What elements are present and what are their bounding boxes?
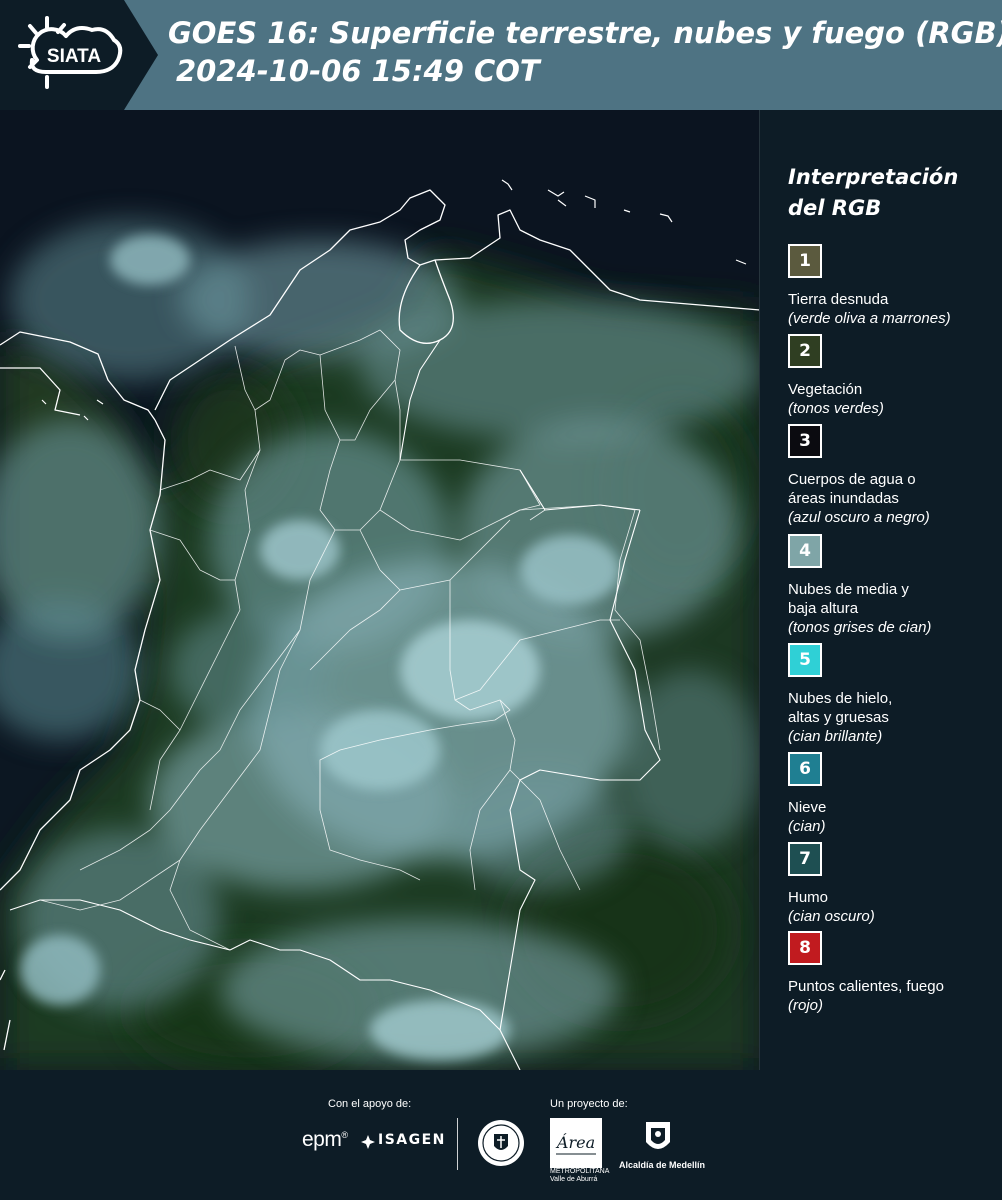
satellite-map[interactable] bbox=[0, 110, 760, 1070]
legend-item-fire: 8 Puntos calientes, fuego (rojo) bbox=[788, 931, 998, 1016]
title-product: GOES 16: Superficie terrestre, nubes y f… bbox=[168, 16, 1002, 50]
legend-swatch: 6 bbox=[788, 752, 822, 786]
legend-item-smoke: 7 Humo (cian oscuro) bbox=[788, 842, 998, 927]
area-logo-script: Área bbox=[555, 1132, 595, 1152]
legend-title-line1: Interpretación bbox=[788, 165, 959, 189]
medellin-label: Alcaldía de Medellín bbox=[618, 1160, 706, 1170]
legend-swatch: 2 bbox=[788, 334, 822, 368]
support-label: Con el apoyo de: bbox=[328, 1098, 412, 1110]
legend-item-name: Tierra desnuda bbox=[788, 291, 889, 308]
isagen-logo: ISAGEN bbox=[378, 1132, 446, 1148]
legend-swatch: 4 bbox=[788, 534, 822, 568]
project-label: Un proyecto de: bbox=[550, 1098, 628, 1110]
epm-logo-text: epm bbox=[302, 1128, 342, 1151]
isagen-icon bbox=[361, 1135, 375, 1149]
legend-item-name: Cuerpos de agua o áreas inundadas bbox=[788, 471, 916, 507]
legend-title: Interpretación del RGB bbox=[788, 162, 993, 224]
legend-item-bare-soil: 1 Tierra desnuda (verde oliva a marrones… bbox=[788, 244, 998, 329]
legend-item-desc: (cian brillante) bbox=[788, 728, 883, 745]
area-metropolitana-text: METROPOLITANA Valle de Aburrá bbox=[550, 1168, 609, 1183]
header-bar: SIATA GOES 16: Superficie terrestre, nub… bbox=[0, 0, 1002, 110]
medellin-shield-icon bbox=[646, 1122, 670, 1149]
epm-registered-mark: ® bbox=[341, 1130, 348, 1140]
legend-panel: Interpretación del RGB 1 Tierra desnuda … bbox=[760, 110, 1002, 1070]
legend-item-ice-clouds: 5 Nubes de hielo, altas y gruesas (cian … bbox=[788, 643, 998, 747]
siata-logo: SIATA bbox=[0, 0, 158, 110]
legend-item-name: Vegetación bbox=[788, 381, 863, 398]
legend-swatch: 1 bbox=[788, 244, 822, 278]
legend-item-desc: (cian) bbox=[788, 818, 826, 835]
legend-swatch: 5 bbox=[788, 643, 822, 677]
footer: Con el apoyo de: Un proyecto de: epm® IS… bbox=[0, 1070, 1002, 1200]
legend-swatch: 8 bbox=[788, 931, 822, 965]
legend-item-name: Puntos calientes, fuego bbox=[788, 978, 944, 995]
legend-item-water: 3 Cuerpos de agua o áreas inundadas (azu… bbox=[788, 424, 998, 528]
legend-item-low-clouds: 4 Nubes de media y baja altura (tonos gr… bbox=[788, 534, 998, 638]
siata-logo-text: SIATA bbox=[47, 46, 101, 67]
legend-title-line2: del RGB bbox=[788, 196, 882, 220]
footer-divider bbox=[457, 1118, 458, 1170]
legend-item-snow: 6 Nieve (cian) bbox=[788, 752, 998, 837]
legend-item-name: Humo bbox=[788, 889, 829, 906]
title-datetime: 2024-10-06 15:49 COT bbox=[176, 54, 540, 88]
legend-item-name: Nubes de media y baja altura bbox=[788, 581, 909, 617]
legend-item-vegetation: 2 Vegetación (tonos verdes) bbox=[788, 334, 998, 419]
legend-item-desc: (azul oscuro a negro) bbox=[788, 509, 930, 526]
legend-swatch: 7 bbox=[788, 842, 822, 876]
epm-logo: epm® bbox=[302, 1128, 348, 1152]
legend-swatch: 3 bbox=[788, 424, 822, 458]
university-seal-icon bbox=[478, 1120, 524, 1166]
legend-item-name: Nieve bbox=[788, 799, 827, 816]
legend-item-name: Nubes de hielo, altas y gruesas bbox=[788, 690, 893, 726]
legend-item-desc: (tonos grises de cian) bbox=[788, 619, 932, 636]
legend-item-desc: (tonos verdes) bbox=[788, 400, 884, 417]
legend-item-desc: (rojo) bbox=[788, 997, 824, 1014]
legend-item-desc: (verde oliva a marrones) bbox=[788, 310, 951, 327]
page-title: GOES 16: Superficie terrestre, nubes y f… bbox=[168, 14, 1002, 90]
area-metropolitana-logo: Área bbox=[550, 1118, 602, 1168]
legend-item-desc: (cian oscuro) bbox=[788, 908, 875, 925]
